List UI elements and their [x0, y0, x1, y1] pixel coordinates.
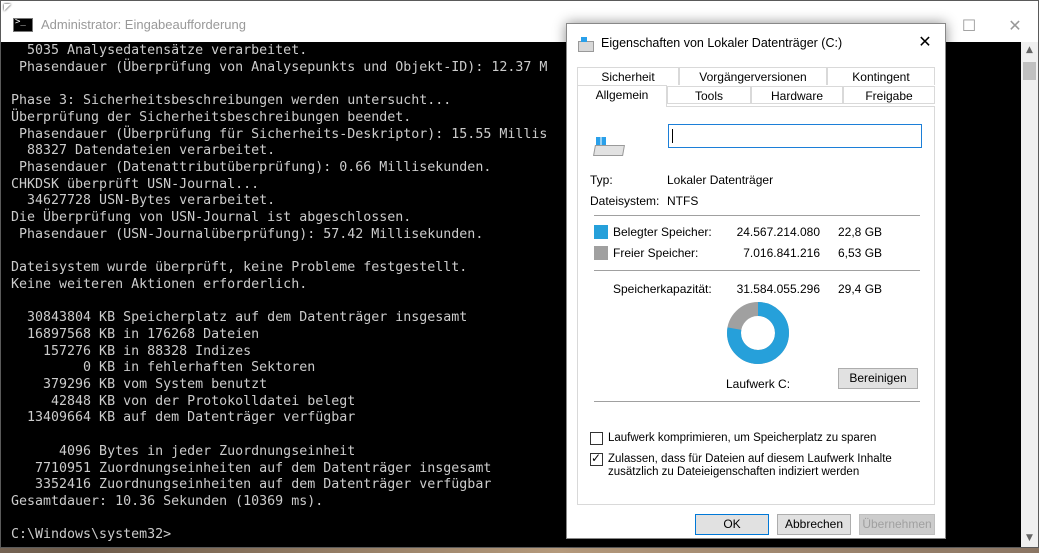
text-caret: [672, 129, 673, 143]
separator: [594, 401, 920, 402]
type-value: Lokaler Datenträger: [667, 173, 774, 187]
capacity-bytes: 31.584.055.296: [736, 282, 820, 296]
tab-freigabe[interactable]: Freigabe: [843, 86, 935, 104]
free-space-color-swatch: [594, 246, 608, 260]
console-app-icon: [13, 17, 33, 32]
used-space-label: Belegter Speicher:: [613, 225, 712, 239]
cancel-button[interactable]: Abbrechen: [777, 514, 851, 535]
usage-donut-chart: [727, 302, 789, 364]
drive-label: Laufwerk C:: [726, 377, 791, 391]
cleanup-button[interactable]: Bereinigen: [838, 368, 918, 389]
used-space-color-swatch: [594, 225, 608, 239]
compress-checkbox[interactable]: [590, 432, 603, 445]
tab-hardware[interactable]: Hardware: [751, 86, 843, 104]
filesystem-value: NTFS: [667, 194, 699, 208]
free-space-gb: 6,53 GB: [838, 246, 883, 260]
drive-small-icon: [578, 37, 594, 52]
filesystem-label: Dateisystem:: [590, 194, 660, 208]
free-space-bytes: 7.016.841.216: [743, 246, 820, 260]
index-checkbox[interactable]: [590, 451, 603, 466]
separator: [594, 215, 920, 216]
tab-panel-allgemein: Typ: Lokaler Datenträger Dateisystem: NT…: [577, 106, 935, 505]
free-space-label: Freier Speicher:: [613, 246, 699, 260]
type-label: Typ:: [590, 173, 613, 187]
drive-icon: [593, 137, 626, 157]
index-label[interactable]: Zulassen, dass für Dateien auf diesem La…: [608, 453, 908, 479]
console-title: Administrator: Eingabeaufforderung: [41, 17, 246, 32]
ok-button[interactable]: OK: [695, 514, 769, 535]
tab-allgemein[interactable]: Allgemein: [577, 85, 667, 107]
drive-name-input[interactable]: [668, 124, 922, 148]
capacity-gb: 29,4 GB: [838, 282, 883, 296]
tab-vorgaengerversionen[interactable]: Vorgängerversionen: [679, 67, 827, 85]
mouse-cursor-icon: [4, 4, 11, 11]
console-scrollbar[interactable]: ▲ ▼: [1021, 42, 1038, 547]
used-space-bytes: 24.567.214.080: [736, 225, 820, 239]
dialog-title: Eigenschaften von Lokaler Datenträger (C…: [601, 36, 843, 50]
apply-button[interactable]: Übernehmen: [859, 514, 935, 535]
used-space-gb: 22,8 GB: [838, 225, 883, 239]
tab-sicherheit[interactable]: Sicherheit: [577, 67, 679, 85]
capacity-label: Speicherkapazität:: [613, 282, 712, 296]
scrollbar-thumb[interactable]: [1023, 62, 1036, 80]
scroll-up-arrow-icon[interactable]: ▲: [1021, 42, 1038, 59]
close-button[interactable]: ✕: [992, 13, 1038, 39]
maximize-button[interactable]: ☐: [946, 13, 992, 39]
dialog-close-icon[interactable]: ✕: [913, 30, 937, 54]
separator: [594, 270, 920, 271]
compress-label[interactable]: Laufwerk komprimieren, um Speicherplatz …: [608, 432, 926, 445]
scroll-down-arrow-icon[interactable]: ▼: [1021, 530, 1038, 547]
properties-dialog[interactable]: Eigenschaften von Lokaler Datenträger (C…: [566, 23, 946, 539]
tab-kontingent[interactable]: Kontingent: [827, 67, 935, 85]
tab-tools[interactable]: Tools: [667, 86, 751, 104]
